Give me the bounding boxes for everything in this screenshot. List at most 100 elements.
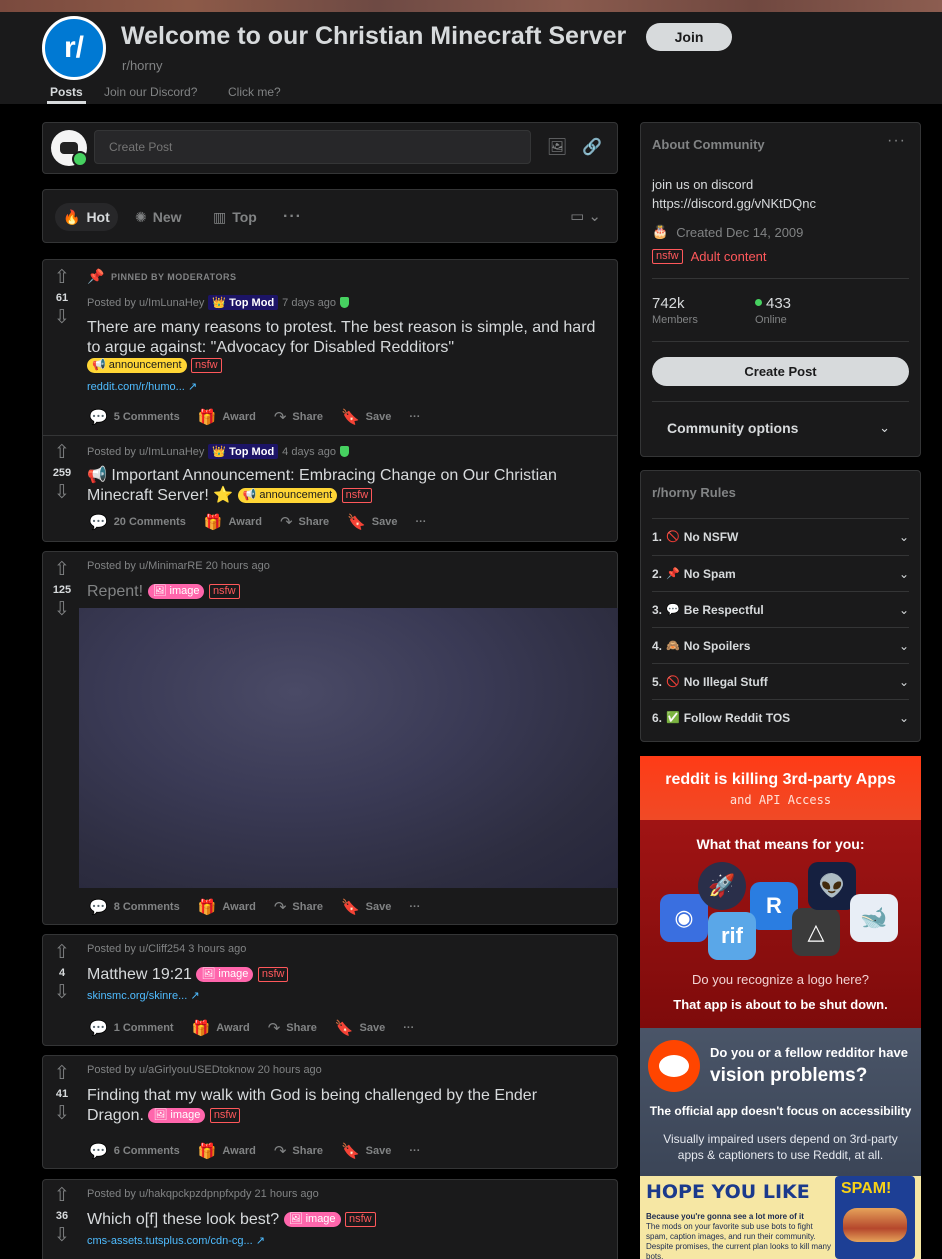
upvote-icon[interactable]: ⇧ [43, 268, 81, 288]
share-button[interactable]: ↷ Share [274, 898, 323, 916]
post-link[interactable]: cms-assets.tutsplus.com/cdn-cg... ↗ [87, 1234, 265, 1247]
upvote-icon[interactable]: ⇧ [43, 1186, 81, 1206]
post-card[interactable]: ⇧ 259 ⇩ Posted by u/ImLunaHey 👑 Top Mod … [42, 436, 618, 542]
tab-click-me[interactable]: Click me? [228, 85, 281, 99]
upvote-icon[interactable]: ⇧ [43, 443, 81, 463]
join-button[interactable]: Join [646, 23, 732, 51]
more-options-icon[interactable]: ··· [409, 411, 420, 423]
post-author[interactable]: Posted by u/ImLunaHey [87, 446, 204, 458]
comments-button[interactable]: 💬 8 Comments [89, 898, 180, 916]
post-author[interactable]: Posted by u/MinimarRE 20 hours ago [87, 560, 270, 572]
sort-top-button[interactable]: ▥ Top [205, 203, 265, 231]
save-button[interactable]: 🔖 Save [341, 1142, 391, 1160]
view-layout-icon[interactable]: ▭ ⌄ [570, 207, 601, 225]
award-button[interactable]: 🎁 Award [198, 408, 256, 426]
avatar[interactable] [51, 130, 88, 167]
tab-join-discord[interactable]: Join our Discord? [104, 85, 197, 99]
comments-button[interactable]: 💬 5 Comments [89, 408, 180, 426]
post-author[interactable]: Posted by u/Cliff254 3 hours ago [87, 943, 246, 955]
rule-number: 6. [652, 710, 663, 725]
comment-icon: 💬 [89, 1143, 108, 1160]
rule-item[interactable]: 1. 🚫 No NSFW ⌄ [652, 518, 909, 554]
link-icon[interactable]: 🔗 [581, 137, 603, 159]
share-button[interactable]: ↷ Share [274, 408, 323, 426]
discord-link[interactable]: https://discord.gg/vNKtDQnc [652, 196, 816, 211]
post-time: 4 days ago [282, 445, 336, 458]
chevron-down-icon[interactable]: ⌄ [899, 530, 909, 544]
comments-button[interactable]: 💬 20 Comments [89, 513, 186, 531]
post-image[interactable] [79, 608, 618, 888]
chevron-down-icon[interactable]: ⌄ [879, 420, 890, 436]
post-card[interactable]: ⇧ 41 ⇩ Posted by u/aGirlyouUSEDtoknow 20… [42, 1055, 618, 1169]
upvote-icon[interactable]: ⇧ [43, 1064, 81, 1084]
announcement-flair[interactable]: 📢 announcement [237, 488, 338, 503]
chevron-down-icon[interactable]: ⌄ [899, 603, 909, 617]
rule-item[interactable]: 6. ✅ Follow Reddit TOS ⌄ [652, 699, 909, 735]
chevron-down-icon[interactable]: ⌄ [899, 675, 909, 689]
comments-button[interactable]: 💬 6 Comments [89, 1142, 180, 1160]
create-post-button[interactable]: Create Post [652, 357, 909, 386]
image-flair[interactable]: 🖼 image [196, 967, 254, 982]
award-button[interactable]: 🎁 Award [204, 513, 262, 531]
more-options-icon[interactable]: ··· [275, 203, 310, 231]
rule-item[interactable]: 5. 🚫 No Illegal Stuff ⌄ [652, 663, 909, 699]
post-title[interactable]: Which o[f] these look best? 🖼 image nsfw [87, 1210, 597, 1230]
post-author[interactable]: Posted by u/ImLunaHey [87, 297, 204, 309]
share-button[interactable]: ↷ Share [274, 1142, 323, 1160]
sort-hot-button[interactable]: 🔥 Hot [55, 203, 118, 231]
create-post-input[interactable] [94, 130, 531, 164]
announcement-flair[interactable]: 📢 announcement [87, 358, 187, 373]
more-options-icon[interactable]: ··· [403, 1022, 414, 1034]
chevron-down-icon[interactable]: ⌄ [899, 711, 909, 725]
more-options-icon[interactable]: ··· [887, 132, 906, 150]
more-options-icon[interactable]: ··· [415, 516, 426, 528]
image-flair[interactable]: 🖼 image [148, 1108, 206, 1123]
upvote-icon[interactable]: ⇧ [43, 560, 81, 580]
more-options-icon[interactable]: ··· [409, 1145, 420, 1157]
save-button[interactable]: 🔖 Save [347, 513, 397, 531]
protest-banner[interactable]: reddit is killing 3rd-party Apps and API… [640, 756, 921, 1259]
rule-item[interactable]: 2. 📌 No Spam ⌄ [652, 555, 909, 591]
post-author[interactable]: Posted by u/hakqpckpzdpnpfxpdy 21 hours … [87, 1188, 319, 1200]
downvote-icon[interactable]: ⇩ [43, 308, 81, 328]
comments-button[interactable]: 💬 1 Comment [89, 1019, 174, 1037]
post-title[interactable]: Matthew 19:21 🖼 image nsfw [87, 965, 597, 985]
post-link[interactable]: skinsmc.org/skinre... ↗ [87, 989, 200, 1002]
downvote-icon[interactable]: ⇩ [43, 983, 81, 1003]
more-options-icon[interactable]: ··· [409, 901, 420, 913]
award-button[interactable]: 🎁 Award [198, 898, 256, 916]
post-link[interactable]: reddit.com/r/humo... ↗ [87, 380, 197, 393]
save-button[interactable]: 🔖 Save [341, 898, 391, 916]
members-count: 742k [652, 295, 685, 312]
award-button[interactable]: 🎁 Award [198, 1142, 256, 1160]
image-flair[interactable]: 🖼 image [283, 1212, 341, 1227]
share-button[interactable]: ↷ Share [268, 1019, 317, 1037]
image-upload-icon[interactable]: 🖼 [546, 137, 568, 159]
chevron-down-icon[interactable]: ⌄ [899, 567, 909, 581]
downvote-icon[interactable]: ⇩ [43, 600, 81, 620]
post-card[interactable]: ⇧ 61 ⇩ 📌 PINNED BY MODERATORS Posted by … [42, 259, 618, 436]
rule-item[interactable]: 4. 🙈 No Spoilers ⌄ [652, 627, 909, 663]
tab-posts[interactable]: Posts [47, 85, 86, 104]
post-title[interactable]: Repent! 🖼 image nsfw [87, 582, 597, 602]
community-options-toggle[interactable]: Community options [667, 420, 798, 436]
upvote-icon[interactable]: ⇧ [43, 943, 81, 963]
sort-new-button[interactable]: ✺ New [127, 203, 190, 231]
post-card[interactable]: ⇧ 125 ⇩ Posted by u/MinimarRE 20 hours a… [42, 551, 618, 925]
image-flair[interactable]: 🖼 image [147, 584, 205, 599]
share-button[interactable]: ↷ Share [280, 513, 329, 531]
save-button[interactable]: 🔖 Save [341, 408, 391, 426]
post-author[interactable]: Posted by u/aGirlyouUSEDtoknow 20 hours … [87, 1064, 322, 1076]
post-card[interactable]: ⇧ 4 ⇩ Posted by u/Cliff254 3 hours ago M… [42, 934, 618, 1046]
downvote-icon[interactable]: ⇩ [43, 483, 81, 503]
award-button[interactable]: 🎁 Award [192, 1019, 250, 1037]
post-card[interactable]: ⇧ 36 ⇩ Posted by u/hakqpckpzdpnpfxpdy 21… [42, 1179, 618, 1259]
rule-item[interactable]: 3. 💬 Be Respectful ⌄ [652, 591, 909, 627]
post-title[interactable]: Finding that my walk with God is being c… [87, 1086, 597, 1126]
save-button[interactable]: 🔖 Save [335, 1019, 385, 1037]
downvote-icon[interactable]: ⇩ [43, 1104, 81, 1124]
chevron-down-icon[interactable]: ⌄ [899, 639, 909, 653]
post-title[interactable]: There are many reasons to protest. The b… [87, 318, 597, 358]
downvote-icon[interactable]: ⇩ [43, 1226, 81, 1246]
post-title[interactable]: 📢 Important Announcement: Embracing Chan… [87, 466, 597, 506]
